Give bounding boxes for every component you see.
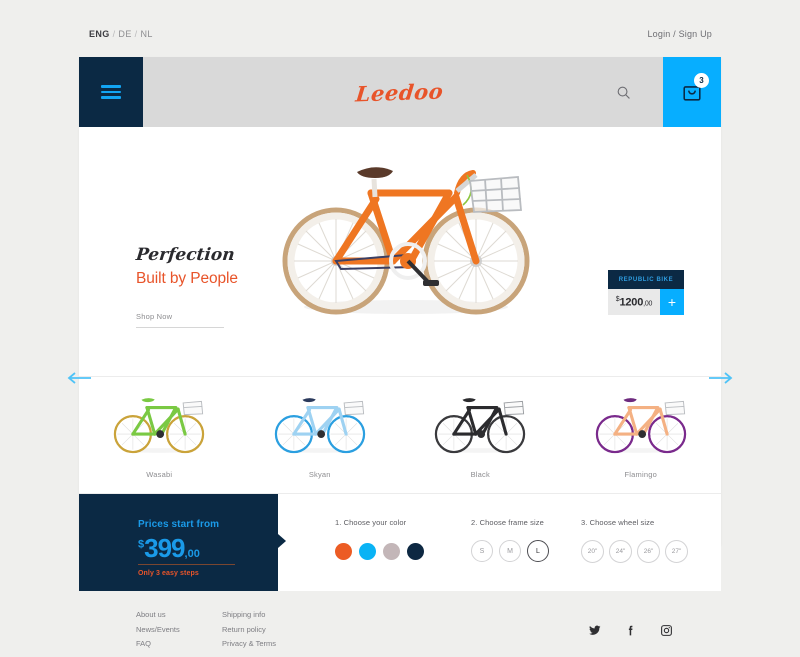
language-eng[interactable]: ENG [89, 29, 110, 39]
shop-now-link[interactable]: Shop Now [136, 312, 224, 328]
price-divider [138, 564, 235, 565]
carousel-item-label: Wasabi [146, 470, 173, 479]
footer-link-faq[interactable]: FAQ [136, 637, 180, 652]
carousel-item[interactable]: Black [400, 377, 561, 493]
product-name-label: REPUBLIC BIKE [608, 270, 684, 289]
step1-label: 1. Choose your color [335, 518, 407, 527]
language-selector[interactable]: ENG / DE / NL [89, 29, 153, 39]
main-card: Leedoo 3 Perfection Built by People Shop… [79, 57, 721, 648]
color-swatch-blue[interactable] [359, 543, 376, 560]
twitter-link[interactable] [588, 624, 601, 637]
frame-size-l[interactable]: L [527, 540, 549, 562]
bike-thumbnail-black [435, 398, 526, 454]
price-cents: ,00 [643, 300, 653, 308]
step-choose-frame-size: 2. Choose frame size S M L [471, 518, 549, 562]
color-swatch-orange[interactable] [335, 543, 352, 560]
footer-link-shipping-info[interactable]: Shipping info [222, 608, 276, 623]
hamburger-icon [101, 82, 121, 102]
carousel-prev-button[interactable] [66, 371, 92, 385]
footer-link-return-policy[interactable]: Return policy [222, 623, 276, 638]
language-sep-2: / [134, 29, 138, 39]
configurator-steps: 1. Choose your color 2. Choose frame siz… [278, 494, 721, 591]
configurator-section: Prices start from $399,00 Only 3 easy st… [79, 494, 721, 591]
footer-link-privacy-terms[interactable]: Privacy & Terms [222, 637, 276, 652]
bike-thumbnail-skyan [274, 398, 365, 454]
step-choose-wheel-size: 3. Choose wheel size 20" 24" 26" 27" [581, 518, 688, 563]
starting-price-value: 399 [144, 533, 185, 563]
facebook-icon [628, 625, 633, 636]
footer-column-company: About us News/Events FAQ [136, 608, 180, 652]
step-choose-color: 1. Choose your color [335, 518, 424, 560]
orange-bike-illustration [282, 167, 530, 315]
add-to-cart-button[interactable]: + [660, 289, 684, 315]
utility-bar: ENG / DE / NL Login / Sign Up [0, 0, 800, 56]
search-icon [617, 86, 630, 99]
frame-size-s[interactable]: S [471, 540, 493, 562]
color-swatch-gray[interactable] [383, 543, 400, 560]
easy-steps-note: Only 3 easy steps [138, 570, 199, 577]
cart-count-badge: 3 [694, 73, 709, 88]
facebook-link[interactable] [624, 624, 637, 637]
product-carousel: Wasabi Skyan Black Flamingo [79, 377, 721, 494]
search-button[interactable] [603, 57, 643, 127]
starting-price-amount: $399,00 [138, 535, 200, 561]
footer-link-news-events[interactable]: News/Events [136, 623, 180, 638]
site-footer: About us News/Events FAQ Shipping info R… [79, 591, 721, 657]
carousel-item[interactable]: Flamingo [561, 377, 722, 493]
arrow-right-icon [709, 372, 733, 384]
hero-product-image [271, 135, 541, 375]
carousel-item-label: Skyan [308, 470, 331, 479]
color-swatch-group [335, 543, 424, 560]
frame-size-group: S M L [471, 540, 549, 562]
language-de[interactable]: DE [118, 29, 131, 39]
product-price: $1200,00 [608, 289, 660, 315]
step2-label: 2. Choose frame size [471, 518, 544, 527]
carousel-item-label: Black [470, 470, 490, 479]
site-header: Leedoo 3 [79, 57, 721, 127]
price-amount: 1200 [619, 296, 644, 309]
wheel-size-20[interactable]: 20" [581, 540, 604, 563]
carousel-item-label: Flamingo [624, 470, 657, 479]
instagram-link[interactable] [660, 624, 673, 637]
wheel-size-27[interactable]: 27" [665, 540, 688, 563]
carousel-item[interactable]: Wasabi [79, 377, 240, 493]
starting-price-cents: ,00 [184, 548, 200, 560]
wheel-size-26[interactable]: 26" [637, 540, 660, 563]
bike-thumbnail-wasabi [114, 398, 205, 454]
hero-script-line: Perfection [134, 245, 236, 265]
wheel-size-24[interactable]: 24" [609, 540, 632, 563]
arrow-left-icon [67, 372, 91, 384]
instagram-icon [661, 625, 672, 636]
language-nl[interactable]: NL [140, 29, 152, 39]
starting-price-label: Prices start from [138, 519, 220, 530]
color-swatch-navy[interactable] [407, 543, 424, 560]
footer-column-support: Shipping info Return policy Privacy & Te… [222, 608, 276, 652]
login-signup-link[interactable]: Login / Sign Up [647, 29, 712, 39]
twitter-icon [589, 625, 601, 635]
product-price-card: REPUBLIC BIKE $1200,00 + [608, 270, 684, 315]
starting-price-panel: Prices start from $399,00 Only 3 easy st… [79, 494, 278, 591]
step3-label: 3. Choose wheel size [581, 518, 655, 527]
cart-button[interactable]: 3 [663, 57, 721, 127]
footer-link-about-us[interactable]: About us [136, 608, 180, 623]
carousel-next-button[interactable] [708, 371, 734, 385]
wheel-size-group: 20" 24" 26" 27" [581, 540, 688, 563]
carousel-item[interactable]: Skyan [240, 377, 401, 493]
page-root: ENG / DE / NL Login / Sign Up Leedoo 3 P… [0, 0, 800, 648]
frame-size-m[interactable]: M [499, 540, 521, 562]
social-links [588, 624, 673, 637]
brand-logo-text: Leedoo [354, 77, 446, 107]
language-sep-1: / [112, 29, 116, 39]
hamburger-menu-button[interactable] [79, 57, 143, 127]
bike-thumbnail-flamingo [595, 398, 686, 454]
hero-section: Perfection Built by People Shop Now REPU… [79, 127, 721, 377]
